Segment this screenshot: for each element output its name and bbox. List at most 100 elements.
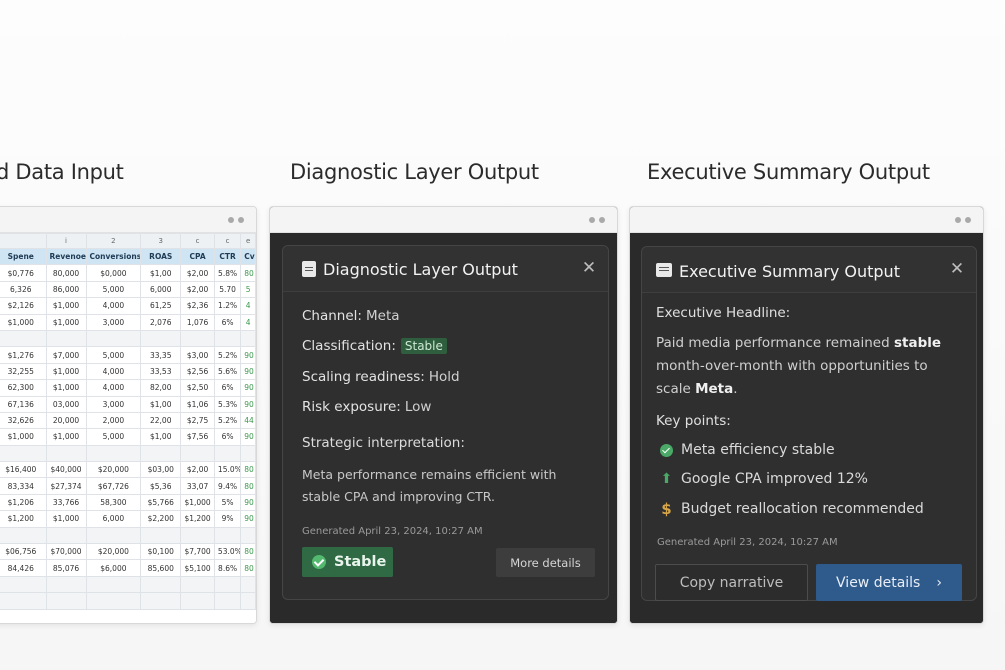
table-cell[interactable] (85, 444, 142, 463)
table-cell[interactable]: 5,000 (85, 346, 142, 364)
table-cell[interactable] (0, 526, 47, 545)
table-cell[interactable]: $1,000 (45, 297, 87, 315)
table-cell[interactable]: $1,00 (140, 428, 182, 446)
table-cell[interactable]: 4 (240, 297, 256, 315)
table-cell[interactable]: $40,000 (45, 461, 87, 479)
table-cell[interactable]: 53.0% (213, 543, 242, 561)
table-cell[interactable]: 58,300 (85, 493, 142, 512)
table-cell[interactable] (180, 575, 215, 594)
table-cell[interactable]: 85,076 (45, 559, 87, 577)
table-cell[interactable]: 33,07 (180, 477, 215, 495)
table-cell[interactable] (85, 526, 142, 545)
column-header[interactable]: ROAS (140, 247, 182, 266)
table-cell[interactable]: $2,126 (0, 297, 47, 315)
table-cell[interactable]: 33,53 (140, 362, 182, 381)
window-menu-icon[interactable] (228, 217, 244, 223)
table-cell[interactable]: 90 (240, 428, 256, 446)
table-cell[interactable]: $0,000 (85, 264, 142, 282)
table-cell[interactable]: $67,726 (85, 477, 142, 495)
table-cell[interactable] (213, 575, 242, 594)
table-cell[interactable]: $1,200 (0, 510, 47, 528)
table-cell[interactable]: $5,100 (180, 559, 215, 577)
table-cell[interactable] (213, 444, 242, 463)
table-cell[interactable]: $1,000 (45, 379, 87, 397)
stable-status-button[interactable]: Stable (302, 547, 393, 577)
table-cell[interactable] (180, 526, 215, 545)
table-cell[interactable]: $1,000 (0, 428, 47, 446)
copy-narrative-button[interactable]: Copy narrative (655, 564, 808, 601)
table-cell[interactable]: $2,200 (140, 510, 182, 528)
table-cell[interactable]: $5,766 (140, 493, 182, 512)
column-header[interactable]: Cv (240, 247, 256, 266)
table-cell[interactable] (85, 592, 142, 610)
table-cell[interactable] (45, 592, 87, 610)
table-cell[interactable]: 32,255 (0, 362, 47, 381)
table-cell[interactable]: 6,000 (85, 510, 142, 528)
table-cell[interactable]: 5% (213, 493, 242, 512)
table-cell[interactable]: $3,00 (180, 346, 215, 364)
table-cell[interactable]: 5,000 (85, 428, 142, 446)
table-cell[interactable]: 3,000 (85, 313, 142, 331)
table-cell[interactable] (180, 329, 215, 348)
table-cell[interactable]: 5.3% (213, 395, 242, 413)
table-cell[interactable]: 1,076 (180, 313, 215, 331)
table-cell[interactable]: 62,300 (0, 379, 47, 397)
table-cell[interactable]: 5,000 (85, 280, 142, 299)
table-cell[interactable]: 84,426 (0, 559, 47, 577)
table-cell[interactable]: 4 (240, 313, 256, 331)
table-cell[interactable]: 83,334 (0, 477, 47, 495)
table-cell[interactable]: $7,56 (180, 428, 215, 446)
table-cell[interactable] (240, 444, 256, 463)
view-details-button[interactable]: View details › (816, 564, 962, 601)
table-cell[interactable]: $7,700 (180, 543, 215, 561)
more-details-button[interactable]: More details (496, 548, 595, 577)
column-header[interactable]: CTR (213, 247, 242, 266)
table-cell[interactable]: 33,35 (140, 346, 182, 364)
table-cell[interactable]: 6% (213, 313, 242, 331)
table-cell[interactable]: 80 (240, 543, 256, 561)
table-cell[interactable]: 6% (213, 428, 242, 446)
table-cell[interactable]: 80 (240, 461, 256, 479)
table-cell[interactable]: $2,50 (180, 379, 215, 397)
table-cell[interactable]: $7,000 (45, 346, 87, 364)
table-cell[interactable]: 67,136 (0, 395, 47, 413)
table-cell[interactable]: $2,56 (180, 362, 215, 381)
table-cell[interactable] (45, 526, 87, 545)
table-cell[interactable]: 85,600 (140, 559, 182, 577)
column-header[interactable]: Spene (0, 247, 47, 266)
table-cell[interactable]: 86,000 (45, 280, 87, 299)
table-cell[interactable]: $1,200 (180, 510, 215, 528)
table-cell[interactable]: 6,326 (0, 280, 47, 299)
table-cell[interactable]: $20,000 (85, 543, 142, 561)
table-cell[interactable]: 5.2% (213, 411, 242, 430)
table-cell[interactable]: 15.0% (213, 461, 242, 479)
table-cell[interactable] (140, 444, 182, 463)
table-cell[interactable]: $1,06 (180, 395, 215, 413)
table-cell[interactable]: $6,000 (85, 559, 142, 577)
table-cell[interactable] (45, 444, 87, 463)
table-cell[interactable]: 90 (240, 493, 256, 512)
table-cell[interactable] (180, 592, 215, 610)
table-cell[interactable]: 2,000 (85, 411, 142, 430)
table-cell[interactable] (0, 444, 47, 463)
table-cell[interactable]: $1,000 (45, 362, 87, 381)
table-cell[interactable]: 20,000 (45, 411, 87, 430)
table-cell[interactable]: 5.70 (213, 280, 242, 299)
column-header[interactable]: Conversions (85, 247, 142, 266)
table-cell[interactable] (140, 329, 182, 348)
column-letter[interactable] (0, 233, 47, 249)
table-cell[interactable]: $2,00 (180, 280, 215, 299)
table-cell[interactable] (240, 329, 256, 348)
table-cell[interactable]: $0,776 (0, 264, 47, 282)
table-cell[interactable]: 6,000 (140, 280, 182, 299)
window-menu-icon[interactable] (589, 217, 605, 223)
column-letter[interactable]: c (180, 233, 215, 249)
table-cell[interactable]: $06,756 (0, 543, 47, 561)
column-letter[interactable]: 3 (140, 233, 182, 249)
table-cell[interactable] (240, 592, 256, 610)
table-cell[interactable] (140, 526, 182, 545)
table-cell[interactable]: $1,000 (180, 493, 215, 512)
table-cell[interactable]: 90 (240, 379, 256, 397)
table-cell[interactable]: 90 (240, 510, 256, 528)
table-cell[interactable]: 9% (213, 510, 242, 528)
